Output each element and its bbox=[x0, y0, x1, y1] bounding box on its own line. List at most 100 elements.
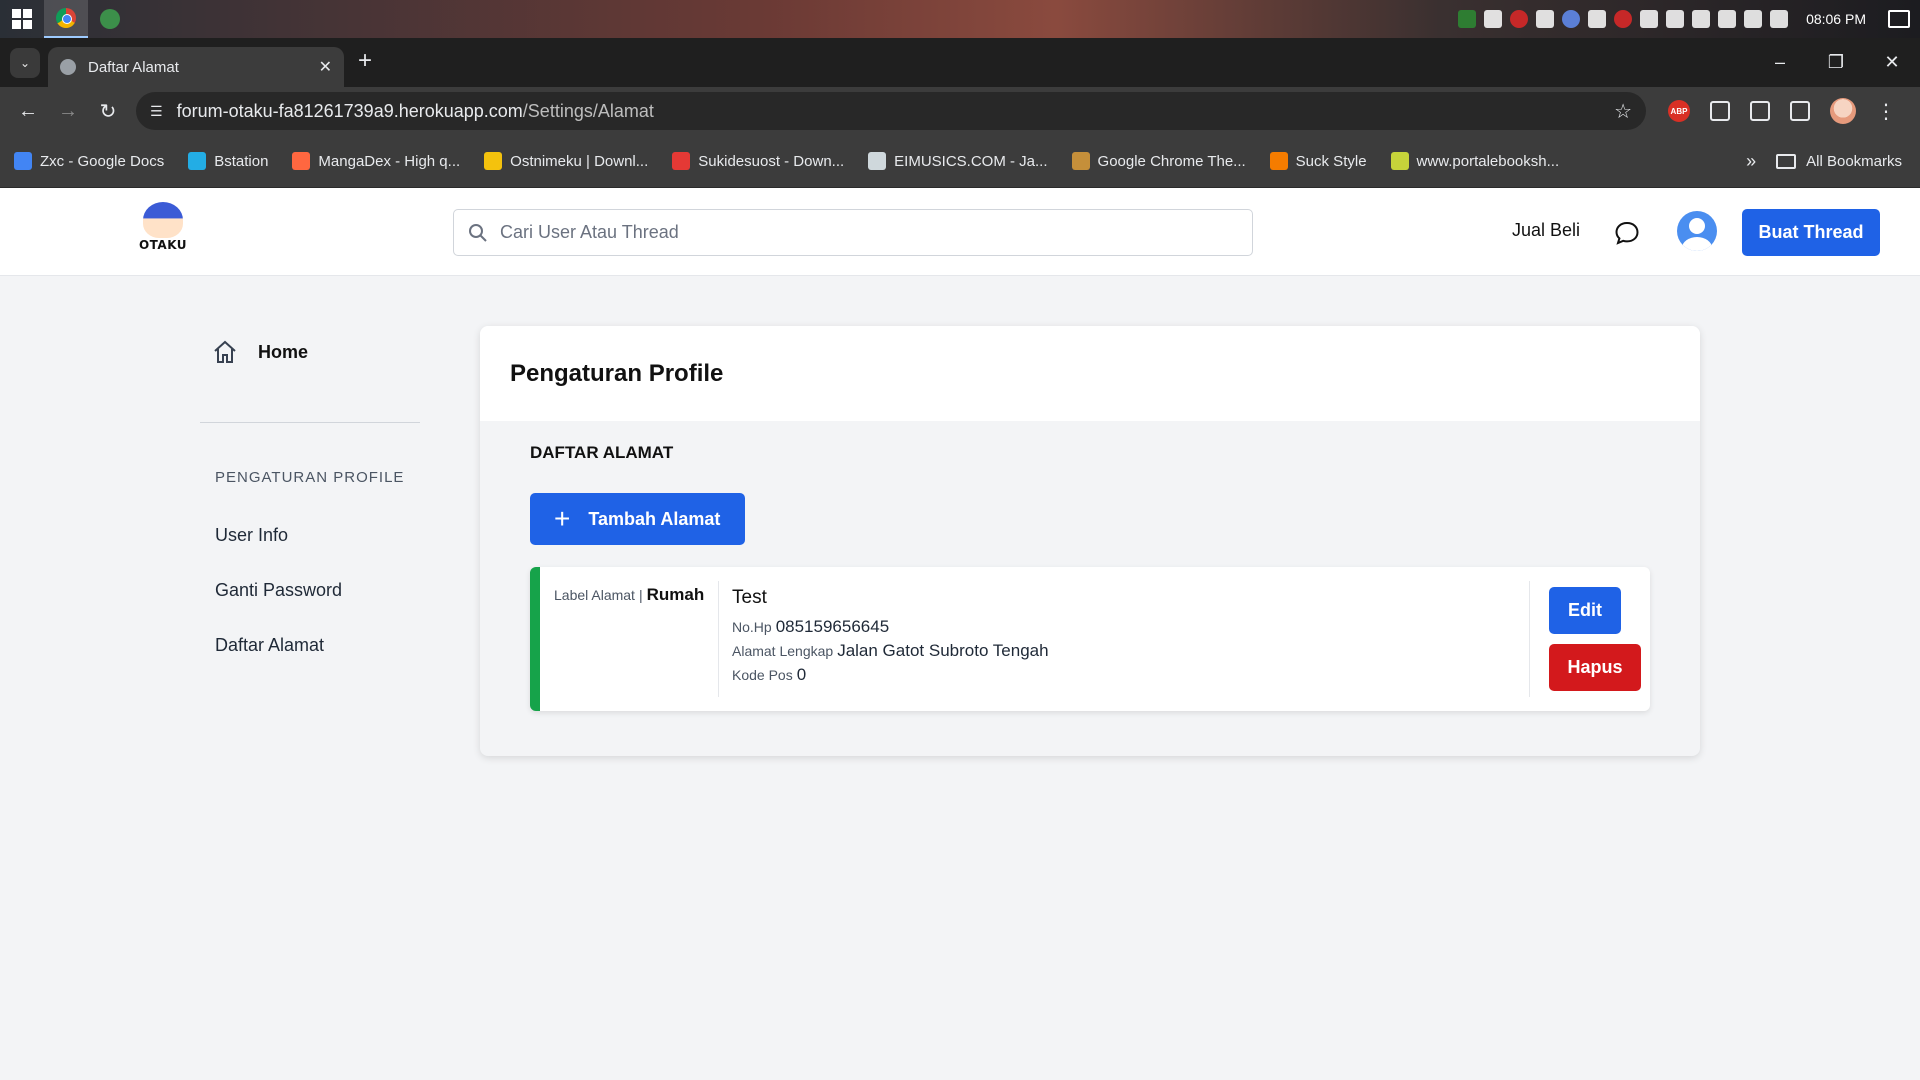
tab-title: Daftar Alamat bbox=[88, 58, 179, 76]
tambah-alamat-button[interactable]: + Tambah Alamat bbox=[530, 493, 745, 545]
bookmark-star-icon[interactable]: ☆ bbox=[1614, 99, 1632, 124]
folder-icon bbox=[1776, 153, 1797, 169]
bookmark-item[interactable]: Google Chrome The... bbox=[1071, 152, 1246, 170]
site-header: OTAKU Jual Beli Buat Thread bbox=[0, 188, 1920, 276]
jual-beli-link[interactable]: Jual Beli bbox=[1512, 220, 1580, 241]
address-bar[interactable]: ☰ forum-otaku-fa81261739a9.herokuapp.com… bbox=[136, 92, 1646, 130]
side-panel-icon[interactable] bbox=[1790, 101, 1810, 121]
logo-text: OTAKU bbox=[138, 238, 188, 252]
bookmark-label: EIMUSICS.COM - Ja... bbox=[894, 152, 1048, 170]
bookmark-label: Ostnimeku | Downl... bbox=[510, 152, 649, 170]
tray-app-icon[interactable] bbox=[1536, 10, 1555, 28]
site-info-icon[interactable]: ☰ bbox=[150, 103, 163, 120]
bookmarks-bar: Zxc - Google Docs Bstation MangaDex - High… bbox=[0, 135, 1920, 188]
notification-center-icon[interactable] bbox=[1888, 10, 1910, 28]
bookmark-label: Bstation bbox=[214, 152, 269, 170]
bookmark-label: Suck Style bbox=[1295, 152, 1367, 170]
sidebar-item-user-info[interactable]: User Info bbox=[200, 508, 420, 563]
recipient-name: Test bbox=[732, 587, 767, 608]
otaku-logo[interactable]: OTAKU bbox=[138, 202, 188, 262]
tray-app-icon[interactable] bbox=[1562, 10, 1581, 28]
search-input[interactable] bbox=[500, 222, 1200, 243]
edit-button[interactable]: Edit bbox=[1549, 587, 1621, 634]
bookmark-item[interactable]: Ostnimeku | Downl... bbox=[484, 152, 648, 170]
chat-bubble-icon[interactable] bbox=[1614, 220, 1640, 246]
close-window-icon[interactable]: ✕ bbox=[1864, 52, 1920, 73]
bookmark-favicon-icon bbox=[1071, 152, 1090, 170]
reload-icon[interactable]: ↻ bbox=[88, 99, 128, 124]
start-button[interactable] bbox=[0, 0, 44, 38]
bookmark-item[interactable]: EIMUSICS.COM - Ja... bbox=[868, 152, 1048, 170]
bookmark-favicon-icon bbox=[672, 152, 691, 170]
browser-tab-strip: ⌄ Daftar Alamat ✕ + – ❐ ✕ bbox=[0, 38, 1920, 87]
forward-icon[interactable]: → bbox=[48, 100, 88, 123]
hapus-button[interactable]: Hapus bbox=[1549, 644, 1641, 691]
divider bbox=[1529, 581, 1530, 697]
tab-close-icon[interactable]: ✕ bbox=[319, 57, 332, 77]
page-title: Pengaturan Profile bbox=[480, 326, 1700, 421]
system-tray: 08:06 PM bbox=[1458, 10, 1920, 28]
bookmarks-overflow-icon[interactable]: » bbox=[1746, 151, 1756, 172]
tab-search-button[interactable]: ⌄ bbox=[10, 48, 40, 78]
bookmark-item[interactable]: Zxc - Google Docs bbox=[14, 152, 164, 170]
bookmark-label: Zxc - Google Docs bbox=[40, 152, 165, 170]
sidebar-item-home[interactable]: Home bbox=[200, 330, 420, 374]
reading-list-icon[interactable] bbox=[1750, 101, 1770, 121]
logo-mascot-icon bbox=[143, 202, 183, 238]
volume-icon[interactable] bbox=[1692, 10, 1711, 28]
notification-badge-icon[interactable] bbox=[1510, 10, 1529, 28]
profile-avatar-icon[interactable] bbox=[1830, 98, 1856, 124]
taskbar-chrome-app[interactable] bbox=[44, 0, 88, 38]
bookmark-item[interactable]: Bstation bbox=[188, 152, 268, 170]
url-text[interactable]: forum-otaku-fa81261739a9.herokuapp.com/S… bbox=[177, 101, 1615, 122]
bookmark-label: Sukidesuost - Down... bbox=[698, 152, 845, 170]
divider bbox=[718, 581, 719, 697]
bookmark-item[interactable]: Sukidesuost - Down... bbox=[672, 152, 844, 170]
browser-tab-active[interactable]: Daftar Alamat ✕ bbox=[48, 47, 344, 87]
battery-icon[interactable] bbox=[1718, 10, 1737, 28]
search-box[interactable] bbox=[453, 209, 1253, 256]
buat-thread-button[interactable]: Buat Thread bbox=[1742, 209, 1880, 256]
bookmark-item[interactable]: www.portalebooksh... bbox=[1390, 152, 1559, 170]
restore-icon[interactable]: ❐ bbox=[1808, 52, 1864, 73]
extensions-puzzle-icon[interactable] bbox=[1710, 101, 1730, 121]
network-icon[interactable] bbox=[1666, 10, 1685, 28]
bookmark-item[interactable]: Suck Style bbox=[1269, 152, 1367, 170]
taskbar-app-2[interactable] bbox=[88, 0, 132, 38]
bluetooth-icon[interactable] bbox=[1640, 10, 1659, 28]
tray-app-icon[interactable] bbox=[1614, 10, 1633, 28]
menu-kebab-icon[interactable]: ⋮ bbox=[1876, 99, 1896, 124]
sidebar-item-ganti-password[interactable]: Ganti Password bbox=[200, 563, 420, 618]
new-tab-button[interactable]: + bbox=[358, 47, 372, 75]
bookmark-item[interactable]: MangaDex - High q... bbox=[292, 152, 460, 170]
adblock-plus-icon[interactable]: ABP bbox=[1668, 100, 1690, 122]
tray-app-icon[interactable] bbox=[1770, 10, 1789, 28]
address-card: Label Alamat | Rumah Test No.Hp 08515965664… bbox=[530, 567, 1650, 711]
minimize-icon[interactable]: – bbox=[1752, 52, 1808, 73]
address-label: Label Alamat | Rumah bbox=[554, 585, 705, 604]
postal-code-row: Kode Pos 0 bbox=[732, 665, 807, 684]
sidebar-item-daftar-alamat[interactable]: Daftar Alamat bbox=[200, 618, 420, 673]
window-controls: – ❐ ✕ bbox=[1752, 38, 1920, 87]
windows-taskbar: 08:06 PM bbox=[0, 0, 1920, 38]
bookmark-favicon-icon bbox=[188, 152, 207, 170]
back-icon[interactable]: ← bbox=[8, 100, 48, 123]
nvidia-icon[interactable] bbox=[1458, 10, 1477, 28]
clock[interactable]: 08:06 PM bbox=[1806, 11, 1866, 27]
chrome-icon bbox=[56, 8, 76, 28]
sidebar-section-title: PENGATURAN PROFILE bbox=[215, 469, 405, 486]
input-language-icon[interactable] bbox=[1744, 10, 1763, 28]
phone-row: No.Hp 085159656645 bbox=[732, 617, 890, 636]
discord-icon[interactable] bbox=[1484, 10, 1503, 28]
browser-toolbar: ← → ↻ ☰ forum-otaku-fa81261739a9.herokua… bbox=[0, 87, 1920, 135]
address-label-value: Rumah bbox=[646, 585, 705, 604]
all-bookmarks-button[interactable]: All Bookmarks bbox=[1776, 153, 1902, 170]
user-avatar[interactable] bbox=[1677, 211, 1717, 251]
steam-icon[interactable] bbox=[1588, 10, 1607, 28]
bookmark-favicon-icon bbox=[14, 152, 32, 170]
sidebar-divider bbox=[200, 422, 420, 423]
app-icon bbox=[100, 9, 120, 29]
tab-favicon-icon bbox=[60, 59, 76, 75]
bookmark-label: Google Chrome The... bbox=[1097, 152, 1246, 170]
settings-sidebar: Home PENGATURAN PROFILE User Info Ganti … bbox=[200, 330, 420, 673]
